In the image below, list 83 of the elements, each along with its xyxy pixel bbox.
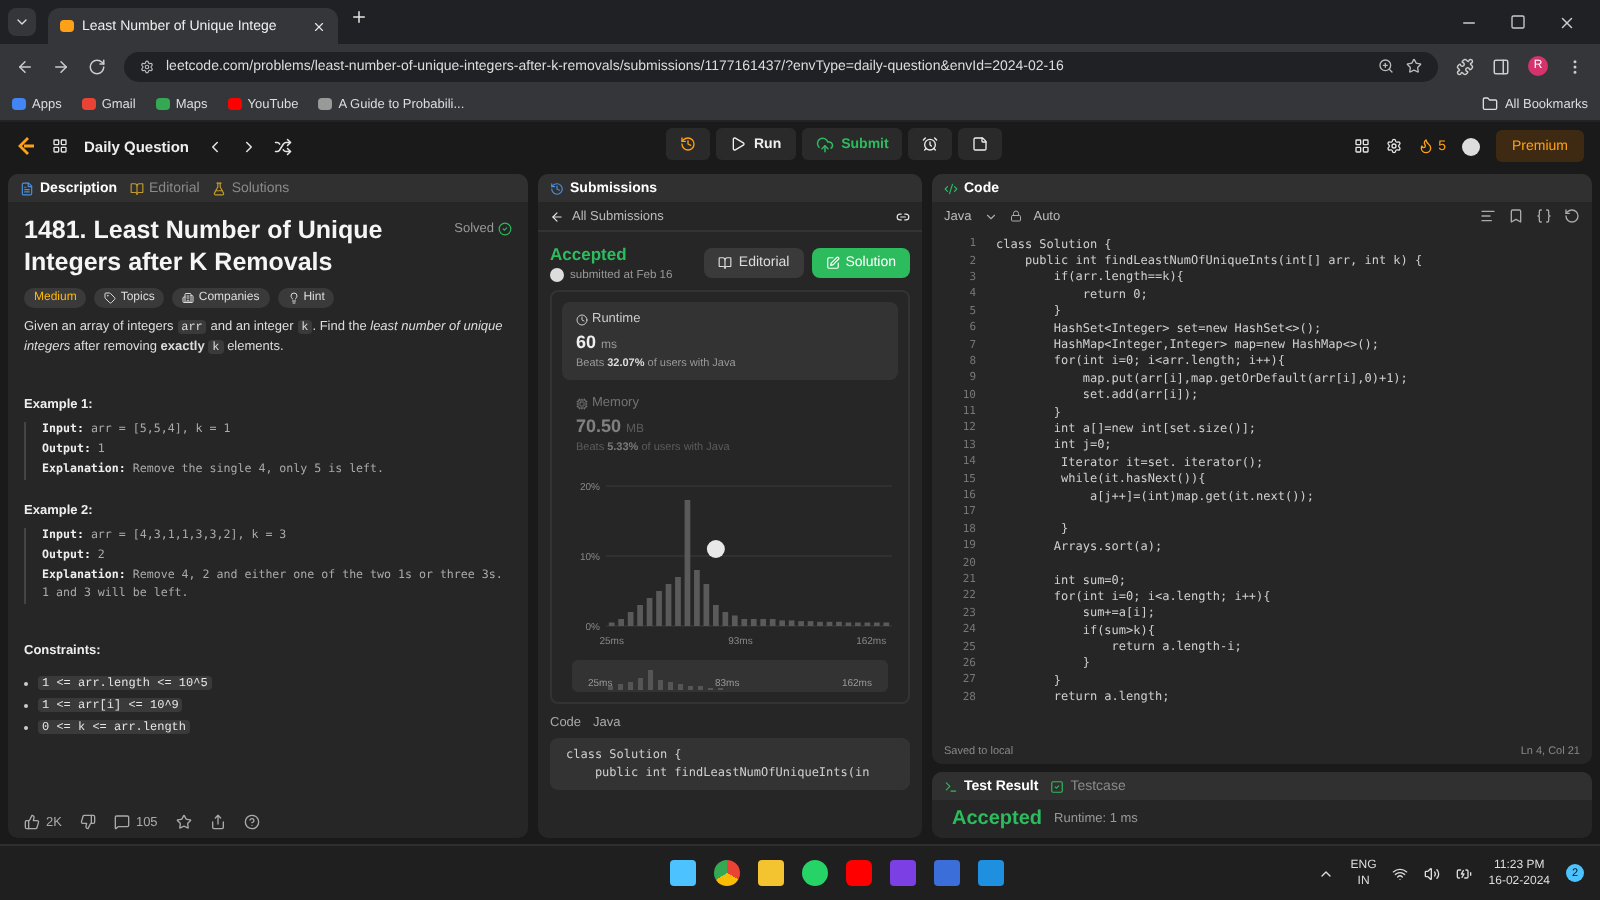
dislike-icon[interactable] — [79, 814, 96, 830]
star-icon[interactable] — [175, 814, 192, 830]
ide-icon[interactable] — [890, 860, 917, 886]
histogram-bar — [646, 598, 653, 626]
terminal-icon — [944, 779, 958, 793]
user-avatar[interactable] — [1461, 137, 1480, 155]
reset-icon[interactable] — [1564, 208, 1580, 224]
bookmark-icon[interactable] — [1508, 208, 1524, 224]
chevron-down-icon[interactable] — [983, 209, 998, 223]
windows-start-icon[interactable] — [670, 860, 697, 886]
chip-icon — [576, 397, 588, 409]
help-icon[interactable] — [243, 814, 260, 830]
volume-icon[interactable] — [1424, 865, 1441, 881]
tab-icon — [20, 181, 34, 195]
new-tab-icon[interactable] — [350, 8, 368, 26]
browser-icon[interactable] — [714, 860, 741, 886]
edit-icon — [825, 256, 840, 270]
star-icon[interactable] — [1406, 58, 1422, 74]
site-favicon-icon — [60, 20, 74, 32]
tab-icon — [211, 181, 226, 195]
comment-icon — [113, 814, 130, 830]
clock-icon — [576, 313, 588, 325]
site-settings-icon[interactable] — [140, 59, 154, 73]
histogram-bar — [618, 619, 624, 626]
forward-icon[interactable] — [52, 57, 70, 75]
flame-icon — [1418, 138, 1435, 154]
chat-app-icon[interactable] — [802, 860, 829, 886]
history-icon — [550, 181, 564, 195]
histogram-bar — [684, 500, 691, 626]
layout-icon[interactable] — [1354, 138, 1371, 154]
code-icon — [944, 181, 958, 195]
reload-icon[interactable] — [88, 57, 106, 75]
shuffle-icon[interactable] — [273, 137, 292, 155]
code-editor-icon[interactable] — [978, 860, 1005, 886]
test-result-status: Accepted — [952, 808, 1043, 830]
checkbox-icon — [1050, 779, 1065, 793]
submission-status: Accepted — [550, 244, 629, 264]
battery-icon[interactable] — [1456, 865, 1473, 881]
settings-icon[interactable] — [1386, 138, 1403, 154]
braces-icon[interactable] — [1536, 208, 1552, 224]
video-app-icon[interactable] — [846, 860, 873, 886]
tab-icon — [129, 181, 144, 195]
cloud-upload-icon — [815, 135, 834, 153]
histogram-bar — [826, 621, 833, 626]
book-icon — [718, 256, 733, 270]
histogram-bar — [807, 621, 814, 626]
chevron-down-icon — [14, 14, 30, 30]
histogram-bar — [798, 621, 804, 626]
alarm-clock-icon — [922, 136, 939, 152]
back-arrow-icon[interactable] — [550, 209, 564, 223]
histogram-bar — [836, 621, 842, 626]
back-icon[interactable] — [16, 57, 34, 75]
app-icon[interactable] — [934, 860, 961, 886]
folder-icon — [1482, 96, 1499, 112]
wifi-icon[interactable] — [1392, 865, 1409, 881]
problem-title: 1481. Least Number of Unique Integers after K Removals — [24, 214, 385, 278]
debug-button[interactable] — [666, 128, 710, 160]
note-icon — [972, 136, 989, 152]
format-icon[interactable] — [1480, 208, 1496, 224]
side-panel-icon[interactable] — [1492, 57, 1510, 75]
timer-button[interactable] — [908, 128, 953, 160]
histogram-bar — [703, 584, 710, 626]
thumbs-up-icon — [24, 814, 40, 830]
notes-button[interactable] — [958, 128, 1003, 160]
share-icon[interactable] — [209, 814, 226, 830]
user-marker-icon — [706, 540, 725, 558]
link-icon[interactable] — [896, 209, 910, 223]
histogram-bar — [665, 584, 672, 626]
lock-icon — [1009, 210, 1022, 222]
check-circle-icon — [498, 222, 512, 236]
zoom-icon[interactable] — [1378, 58, 1394, 74]
histogram-bar — [779, 620, 785, 626]
histogram-bar — [627, 612, 634, 626]
play-icon — [730, 136, 746, 152]
maximize-icon[interactable] — [1510, 14, 1526, 30]
logo-icon[interactable] — [16, 135, 36, 157]
histogram-bar — [788, 620, 795, 626]
folder-icon[interactable] — [758, 860, 785, 886]
close-icon[interactable] — [312, 19, 326, 33]
histogram-bar — [817, 621, 823, 626]
extensions-icon[interactable] — [1456, 57, 1474, 75]
close-icon[interactable] — [1558, 14, 1576, 32]
tab-search-button[interactable] — [8, 8, 36, 36]
